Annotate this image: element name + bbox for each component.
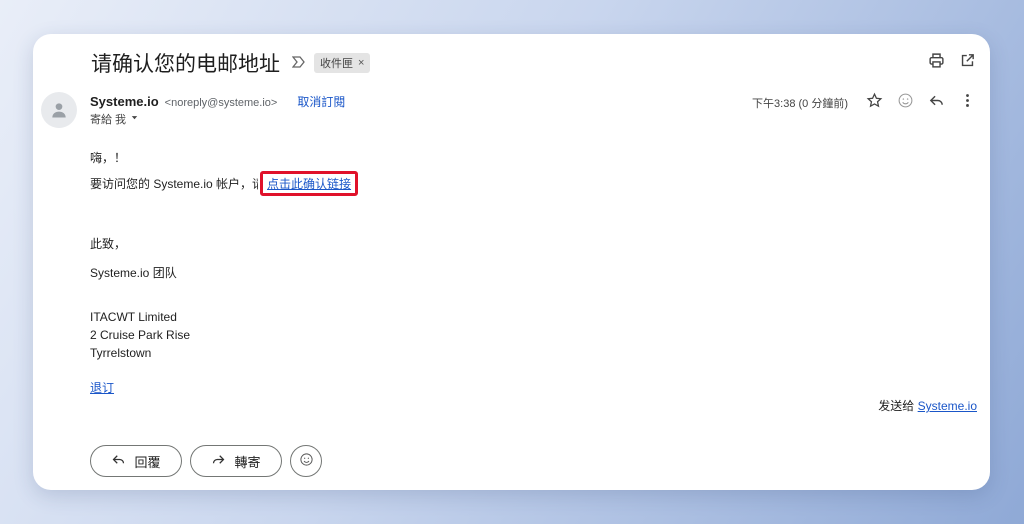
sender-email: <noreply@systeme.io> xyxy=(164,97,278,109)
confirm-link-highlight: 点击此确认链接 xyxy=(260,171,359,196)
email-subject: 请确认您的电邮地址 xyxy=(91,53,280,76)
confirm-link[interactable]: 点击此确认链接 xyxy=(267,177,351,191)
team-signature: Systeme.io 团队 xyxy=(90,266,177,280)
sender-avatar xyxy=(41,92,77,128)
sender-line: Systeme.io <noreply@systeme.io> 取消訂閱 xyxy=(90,93,345,110)
reply-icon[interactable] xyxy=(928,92,945,114)
reply-label: 回覆 xyxy=(134,454,161,470)
address-line-1: 2 Cruise Park Rise xyxy=(90,328,191,342)
greeting: 嗨，！ xyxy=(90,151,127,165)
message-time: 下午3:38 (0 分鐘前) xyxy=(752,98,848,110)
access-hidden-char: 请 xyxy=(252,175,258,192)
forward-icon xyxy=(211,452,226,470)
unsubscribe-header-link[interactable]: 取消訂閱 xyxy=(297,93,345,110)
sender-name[interactable]: Systeme.io xyxy=(90,94,159,109)
recipient-line[interactable]: 寄給 我 xyxy=(90,111,139,127)
access-line: 要访问您的 Systeme.io 帐户， 请 点击此确认链接 xyxy=(90,171,359,196)
reply-actions: 回覆 轉寄 xyxy=(90,445,322,477)
address-line-2: Tyrrelstown xyxy=(90,346,152,360)
forward-label: 轉寄 xyxy=(234,454,261,470)
sent-to: 发送给 Systeme.io xyxy=(878,397,977,414)
emoji-reaction-button[interactable] xyxy=(290,445,322,477)
access-text: 要访问您的 Systeme.io 帐户， xyxy=(90,177,253,191)
recipient-text: 寄給 我 xyxy=(90,114,127,126)
importance-marker-icon[interactable] xyxy=(291,55,306,71)
inbox-label-text: 收件匣 xyxy=(320,58,353,70)
open-in-new-icon[interactable] xyxy=(959,52,976,74)
remove-label-button[interactable]: × xyxy=(358,57,364,69)
chevron-down-icon[interactable] xyxy=(130,113,139,125)
more-vert-icon[interactable] xyxy=(959,92,976,114)
star-icon[interactable] xyxy=(866,92,883,114)
print-icon[interactable] xyxy=(928,52,945,74)
emoji-icon xyxy=(299,452,314,470)
email-subject-row: 请确认您的电邮地址 收件匣 × xyxy=(91,48,371,78)
sent-to-text: 发送给 xyxy=(878,399,918,413)
forward-button[interactable]: 轉寄 xyxy=(190,445,282,477)
reply-icon xyxy=(111,452,126,470)
reply-button[interactable]: 回覆 xyxy=(90,445,182,477)
message-meta: 下午3:38 (0 分鐘前) xyxy=(752,92,976,114)
closing: 此致， xyxy=(90,237,127,251)
emoji-icon[interactable] xyxy=(897,92,914,114)
top-actions xyxy=(928,52,976,74)
inbox-label-chip: 收件匣 × xyxy=(314,53,371,73)
sent-to-link[interactable]: Systeme.io xyxy=(918,399,977,413)
email-card: 请确认您的电邮地址 收件匣 × Systeme.io <noreply@syst… xyxy=(33,34,990,490)
unsubscribe-link[interactable]: 退订 xyxy=(90,379,114,396)
company-name: ITACWT Limited xyxy=(90,310,177,324)
